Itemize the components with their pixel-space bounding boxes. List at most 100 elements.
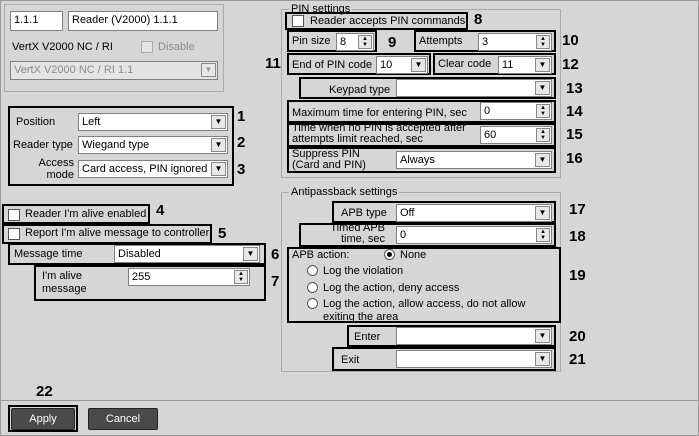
clear-code-value: 11 bbox=[502, 59, 514, 71]
attempts-value: 3 bbox=[482, 36, 489, 48]
apb-option-3-label: Log the action, allow access, do not all… bbox=[323, 298, 526, 323]
spin-down-icon[interactable]: ▼ bbox=[235, 277, 247, 283]
cancel-button[interactable]: Cancel bbox=[88, 408, 158, 430]
spinner[interactable]: ▲ ▼ bbox=[536, 128, 550, 142]
apb-option-3-radio[interactable] bbox=[307, 298, 318, 309]
apb-none-radio[interactable] bbox=[384, 249, 395, 260]
apb-action-label: APB action: bbox=[292, 249, 350, 261]
exit-select[interactable]: ▼ bbox=[396, 350, 552, 368]
chevron-down-icon[interactable]: ▼ bbox=[535, 153, 550, 167]
suppress-select[interactable]: Always ▼ bbox=[396, 151, 552, 169]
spinner[interactable]: ▲ ▼ bbox=[536, 228, 550, 242]
timed-apb-value: 0 bbox=[400, 229, 407, 241]
chevron-down-icon[interactable]: ▼ bbox=[535, 81, 550, 95]
chevron-down-icon[interactable]: ▼ bbox=[201, 63, 216, 77]
spinner[interactable]: ▲ ▼ bbox=[234, 270, 248, 284]
attempts-label: Attempts bbox=[419, 35, 463, 47]
marker-18: 18 bbox=[569, 228, 586, 245]
marker-9: 9 bbox=[388, 34, 397, 51]
marker-20: 20 bbox=[569, 328, 586, 345]
chevron-down-icon[interactable]: ▼ bbox=[535, 329, 550, 343]
end-pin-label: End of PIN code bbox=[292, 59, 373, 71]
apb-option-2-radio[interactable] bbox=[307, 282, 318, 293]
apb-option-2-label: Log the action, deny access bbox=[323, 282, 460, 294]
attempts-input[interactable]: 3 ▲ ▼ bbox=[478, 33, 552, 51]
end-pin-select[interactable]: 10 ▼ bbox=[376, 56, 428, 74]
spin-down-icon[interactable]: ▼ bbox=[537, 235, 549, 241]
exit-label: Exit bbox=[341, 354, 360, 366]
accepts-pin-checkbox[interactable] bbox=[292, 15, 304, 27]
report-alive-checkbox[interactable] bbox=[8, 228, 20, 240]
message-time-select[interactable]: Disabled ▼ bbox=[114, 245, 260, 263]
no-pin-input[interactable]: 60 ▲ ▼ bbox=[480, 126, 552, 144]
alive-message-input[interactable]: 255 ▲ ▼ bbox=[128, 268, 250, 286]
disable-label: Disable bbox=[158, 41, 195, 53]
max-time-label: Maximum time for entering PIN, sec bbox=[292, 107, 467, 119]
apply-button[interactable]: Apply bbox=[11, 408, 75, 430]
apb-option-1-radio[interactable] bbox=[307, 265, 318, 276]
spin-down-icon[interactable]: ▼ bbox=[537, 135, 549, 141]
position-label: Position bbox=[16, 116, 56, 128]
marker-15: 15 bbox=[566, 126, 583, 143]
name-field[interactable]: Reader (V2000) 1.1.1 bbox=[68, 11, 218, 31]
end-pin-value: 10 bbox=[380, 59, 393, 71]
disable-checkbox[interactable] bbox=[141, 41, 153, 53]
apb-type-select[interactable]: Off ▼ bbox=[396, 204, 552, 222]
position-select[interactable]: Left ▼ bbox=[78, 113, 228, 131]
reader-type-select[interactable]: Wiegand type ▼ bbox=[78, 136, 228, 154]
alive-enabled-checkbox[interactable] bbox=[8, 209, 20, 221]
spin-down-icon[interactable]: ▼ bbox=[537, 111, 549, 117]
pin-size-input[interactable]: 8 ▲ ▼ bbox=[336, 33, 374, 51]
marker-16: 16 bbox=[566, 150, 583, 167]
marker-8: 8 bbox=[474, 11, 483, 28]
no-pin-label: Time when no PIN is accepted after attem… bbox=[292, 123, 466, 145]
pin-size-label: Pin size bbox=[292, 35, 331, 47]
chevron-down-icon[interactable]: ▼ bbox=[535, 58, 550, 72]
chevron-down-icon[interactable]: ▼ bbox=[535, 352, 550, 366]
reader-type-label: Reader type bbox=[13, 139, 73, 151]
chevron-down-icon[interactable]: ▼ bbox=[211, 138, 226, 152]
antipassback-title: Antipassback settings bbox=[289, 186, 400, 198]
device-select-value: VertX V2000 NC / RI 1.1 bbox=[14, 64, 134, 76]
marker-19: 19 bbox=[569, 267, 586, 284]
spinner[interactable]: ▲ ▼ bbox=[536, 104, 550, 118]
spinner[interactable]: ▲ ▼ bbox=[358, 35, 372, 49]
marker-5: 5 bbox=[218, 225, 227, 242]
marker-14: 14 bbox=[566, 103, 583, 120]
chevron-down-icon[interactable]: ▼ bbox=[211, 115, 226, 129]
device-select[interactable]: VertX V2000 NC / RI 1.1 ▼ bbox=[10, 61, 218, 80]
apb-option-1-label: Log the violation bbox=[323, 265, 404, 277]
message-time-label: Message time bbox=[14, 248, 83, 260]
spinner[interactable]: ▲ ▼ bbox=[536, 35, 550, 49]
spin-down-icon[interactable]: ▼ bbox=[359, 42, 371, 48]
marker-17: 17 bbox=[569, 201, 586, 218]
suppress-value: Always bbox=[400, 154, 435, 166]
chevron-down-icon[interactable]: ▼ bbox=[411, 58, 426, 72]
keypad-select[interactable]: ▼ bbox=[396, 79, 552, 97]
marker-3: 3 bbox=[237, 161, 246, 178]
marker-1: 1 bbox=[237, 108, 246, 125]
access-mode-select[interactable]: Card access, PIN ignored ▼ bbox=[78, 160, 228, 178]
id-field[interactable]: 1.1.1 bbox=[10, 11, 63, 31]
marker-10: 10 bbox=[562, 32, 579, 49]
marker-12: 12 bbox=[562, 56, 579, 73]
suppress-label: Suppress PIN (Card and PIN) bbox=[292, 148, 366, 171]
marker-21: 21 bbox=[569, 351, 586, 368]
timed-apb-input[interactable]: 0 ▲ ▼ bbox=[396, 226, 552, 244]
spin-down-icon[interactable]: ▼ bbox=[537, 42, 549, 48]
timed-apb-label: Timed APB time, sec bbox=[330, 222, 385, 245]
max-time-input[interactable]: 0 ▲ ▼ bbox=[480, 102, 552, 120]
no-pin-value: 60 bbox=[484, 129, 497, 141]
chevron-down-icon[interactable]: ▼ bbox=[211, 162, 226, 176]
marker-13: 13 bbox=[566, 80, 583, 97]
marker-11: 11 bbox=[265, 55, 281, 72]
apb-none-label: None bbox=[400, 249, 427, 261]
report-alive-label: Report I'm alive message to controller bbox=[25, 227, 210, 239]
access-mode-label: Access mode bbox=[38, 157, 74, 181]
clear-code-select[interactable]: 11 ▼ bbox=[498, 56, 552, 74]
chevron-down-icon[interactable]: ▼ bbox=[243, 247, 258, 261]
enter-select[interactable]: ▼ bbox=[396, 327, 552, 345]
chevron-down-icon[interactable]: ▼ bbox=[535, 206, 550, 220]
message-time-value: Disabled bbox=[118, 248, 161, 260]
marker-6: 6 bbox=[271, 246, 280, 263]
